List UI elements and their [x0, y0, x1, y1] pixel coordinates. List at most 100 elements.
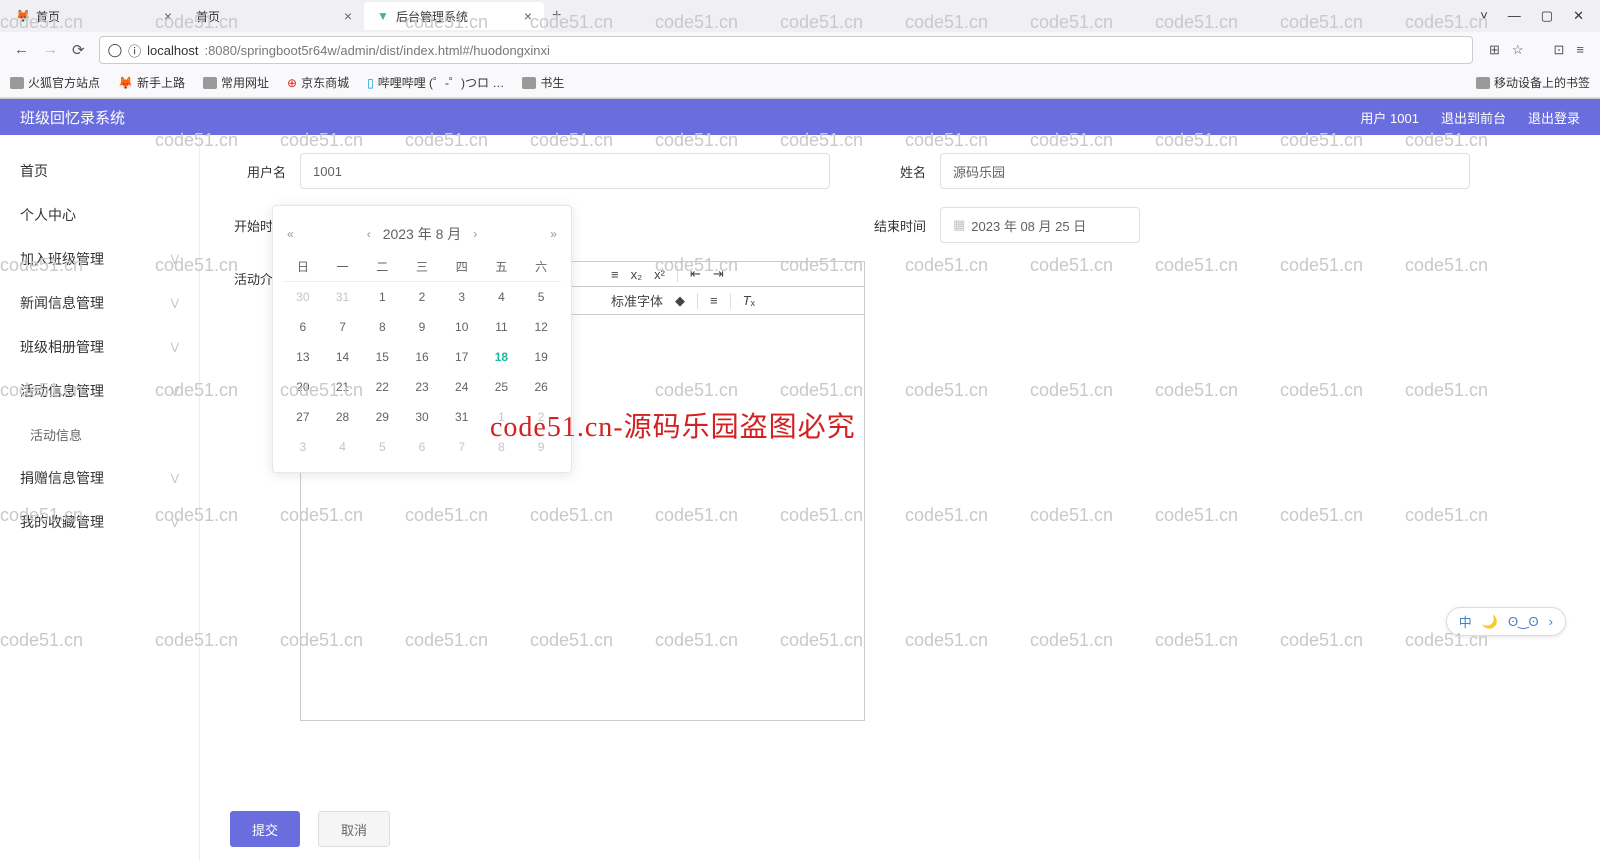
superscript-icon[interactable]: x² [654, 267, 665, 282]
maximize-icon[interactable]: ▢ [1541, 8, 1553, 24]
sidebar-item-donation[interactable]: 捐赠信息管理⋁ [0, 456, 199, 500]
menu-icon[interactable]: ≡ [1576, 42, 1584, 58]
indent-icon[interactable]: ⇥ [713, 266, 724, 282]
moon-icon[interactable]: 🌙 [1482, 614, 1498, 630]
sidebar-item-news[interactable]: 新闻信息管理⋁ [0, 281, 199, 325]
calendar-day[interactable]: 11 [482, 312, 522, 342]
submit-button[interactable]: 提交 [230, 811, 300, 847]
ime-floating-bar[interactable]: 中 🌙 ʘ‿ʘ › [1446, 607, 1566, 636]
bookmark-item[interactable]: ⊕京东商城 [287, 74, 349, 91]
subscript-icon[interactable]: x₂ [631, 267, 643, 282]
calendar-day[interactable]: 7 [442, 432, 482, 462]
emoji-icon[interactable]: ʘ‿ʘ [1508, 614, 1539, 630]
calendar-day[interactable]: 3 [283, 432, 323, 462]
sidebar-item-activity[interactable]: 活动信息管理⋁ [0, 369, 199, 413]
back-icon[interactable]: ← [14, 41, 29, 59]
calendar-day[interactable]: 10 [442, 312, 482, 342]
new-tab-button[interactable]: + [544, 7, 569, 25]
calendar-day[interactable]: 2 [521, 402, 561, 432]
bookmark-item[interactable]: 火狐官方站点 [10, 74, 100, 91]
end-time-input[interactable]: ▦ 2023 年 08 月 25 日 [940, 207, 1140, 243]
bookmark-item[interactable]: 移动设备上的书签 [1476, 74, 1590, 91]
calendar-day[interactable]: 30 [402, 402, 442, 432]
calendar-day[interactable]: 13 [283, 342, 323, 372]
forward-icon[interactable]: → [43, 41, 58, 59]
calendar-day[interactable]: 14 [323, 342, 363, 372]
align-icon[interactable]: ≡ [710, 293, 718, 308]
sidebar-item-album[interactable]: 班级相册管理⋁ [0, 325, 199, 369]
calendar-day[interactable]: 4 [482, 282, 522, 312]
ime-mode[interactable]: 中 [1459, 612, 1472, 631]
calendar-day[interactable]: 25 [482, 372, 522, 402]
calendar-day[interactable]: 17 [442, 342, 482, 372]
close-icon[interactable]: × [164, 8, 172, 24]
bookmark-item[interactable]: ▯哔哩哔哩 (゜-゜)つロ … [367, 74, 504, 91]
sidebar-item-activity-info[interactable]: 活动信息 [0, 413, 199, 456]
calendar-day[interactable]: 2 [402, 282, 442, 312]
sidebar-item-favorites[interactable]: 我的收藏管理⋁ [0, 500, 199, 544]
clear-format-icon[interactable]: Tₓ [743, 293, 755, 308]
reload-icon[interactable]: ⟳ [72, 41, 85, 59]
calendar-day[interactable]: 5 [362, 432, 402, 462]
calendar-day[interactable]: 22 [362, 372, 402, 402]
cancel-button[interactable]: 取消 [318, 811, 390, 847]
calendar-day[interactable]: 9 [521, 432, 561, 462]
qr-icon[interactable]: ⊞ [1489, 42, 1500, 58]
url-input[interactable]: ◯ ⓘ localhost:8080/springboot5r64w/admin… [99, 36, 1473, 64]
calendar-day[interactable]: 1 [482, 402, 522, 432]
dropdown-icon[interactable]: ◆ [675, 293, 685, 309]
bookmark-item[interactable]: 🦊新手上路 [118, 74, 185, 91]
minimize-icon[interactable]: — [1508, 8, 1521, 24]
logout-link[interactable]: 退出登录 [1528, 108, 1580, 127]
calendar-day[interactable]: 20 [283, 372, 323, 402]
calendar-day[interactable]: 31 [442, 402, 482, 432]
bookmark-item[interactable]: 书生 [522, 74, 564, 91]
next-year-icon[interactable]: » [546, 227, 561, 241]
calendar-day[interactable]: 5 [521, 282, 561, 312]
calendar-day[interactable]: 19 [521, 342, 561, 372]
username-input[interactable] [300, 153, 830, 189]
sidebar-item-class[interactable]: 加入班级管理⋁ [0, 237, 199, 281]
close-window-icon[interactable]: ✕ [1573, 8, 1584, 24]
calendar-day[interactable]: 29 [362, 402, 402, 432]
expand-icon[interactable]: › [1549, 614, 1553, 629]
calendar-day[interactable]: 6 [283, 312, 323, 342]
font-select[interactable]: 标准字体 [611, 291, 663, 310]
name-input[interactable] [940, 153, 1470, 189]
next-month-icon[interactable]: › [469, 227, 481, 241]
browser-tab[interactable]: 🦊 首页 × [4, 2, 184, 30]
calendar-day[interactable]: 30 [283, 282, 323, 312]
bookmark-item[interactable]: 常用网址 [203, 74, 269, 91]
chevron-down-icon[interactable]: ˅ [1480, 8, 1488, 24]
calendar-day[interactable]: 31 [323, 282, 363, 312]
prev-year-icon[interactable]: « [283, 227, 298, 241]
calendar-day[interactable]: 15 [362, 342, 402, 372]
calendar-day[interactable]: 26 [521, 372, 561, 402]
sidebar-item-profile[interactable]: 个人中心 [0, 193, 199, 237]
calendar-day[interactable]: 9 [402, 312, 442, 342]
calendar-day[interactable]: 1 [362, 282, 402, 312]
user-label[interactable]: 用户 1001 [1360, 108, 1419, 127]
calendar-day[interactable]: 27 [283, 402, 323, 432]
calendar-day[interactable]: 23 [402, 372, 442, 402]
calendar-day[interactable]: 12 [521, 312, 561, 342]
calendar-day[interactable]: 6 [402, 432, 442, 462]
bookmark-star-icon[interactable]: ☆ [1512, 42, 1524, 58]
calendar-day[interactable]: 3 [442, 282, 482, 312]
calendar-day[interactable]: 28 [323, 402, 363, 432]
calendar-day[interactable]: 8 [482, 432, 522, 462]
calendar-day[interactable]: 7 [323, 312, 363, 342]
calendar-day[interactable]: 4 [323, 432, 363, 462]
calendar-day[interactable]: 21 [323, 372, 363, 402]
calendar-day[interactable]: 16 [402, 342, 442, 372]
browser-tab-active[interactable]: ▼ 后台管理系统 × [364, 2, 544, 30]
calendar-day[interactable]: 8 [362, 312, 402, 342]
browser-tab[interactable]: 首页 × [184, 2, 364, 30]
calendar-day[interactable]: 18 [482, 342, 522, 372]
close-icon[interactable]: × [524, 8, 532, 24]
close-icon[interactable]: × [344, 8, 352, 24]
outdent-icon[interactable]: ⇤ [690, 266, 701, 282]
extensions-icon[interactable]: ⊡ [1554, 42, 1565, 58]
list-icon[interactable]: ≡ [611, 267, 619, 282]
goto-front-link[interactable]: 退出到前台 [1441, 108, 1506, 127]
